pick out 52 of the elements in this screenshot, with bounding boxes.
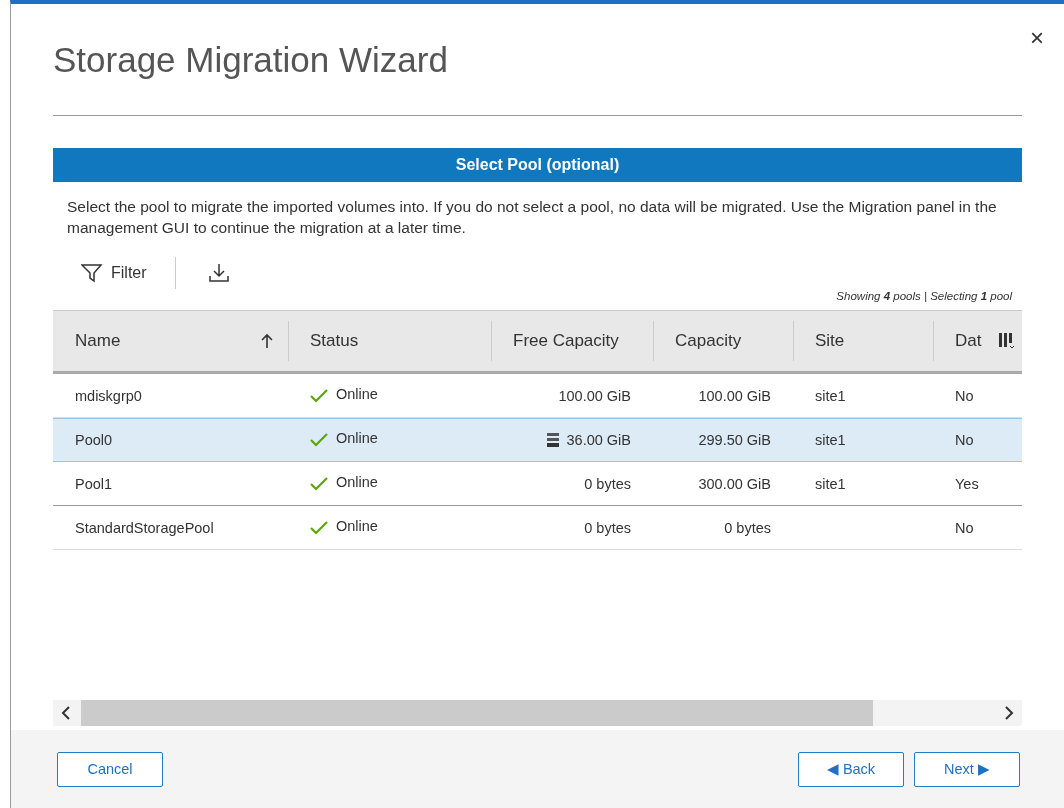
filter-button[interactable]: Filter (53, 263, 147, 283)
close-button[interactable]: × (1030, 24, 1044, 52)
table-cell: 300.00 GiB (698, 475, 771, 492)
table-cell: site1 (815, 432, 846, 448)
selection-summary: Showing 4 pools | Selecting 1 pool (836, 290, 1012, 302)
dialog-title: Storage Migration Wizard (53, 40, 448, 80)
column-header[interactable]: Free Capacity (491, 311, 653, 371)
column-header[interactable]: Status (288, 311, 491, 371)
table-cell: 0 bytes (584, 519, 631, 536)
table-row[interactable]: Pool1 Online 0 bytes 300.00 GiB site1 Yes (53, 462, 1022, 506)
table-cell: Online (336, 430, 378, 446)
table-cell: 100.00 GiB (698, 387, 771, 404)
table-cell: 0 bytes (724, 519, 771, 536)
check-icon (310, 388, 328, 403)
table-cell: Yes (955, 475, 979, 492)
columns-icon[interactable] (998, 332, 1016, 350)
back-button[interactable]: ◀ Back (798, 751, 904, 787)
table-cell: 0 bytes (584, 475, 631, 492)
column-header[interactable]: Capacity (653, 311, 793, 371)
section-title: Select Pool (optional) (455, 156, 620, 174)
table-cell: site1 (815, 387, 846, 404)
scroll-left-icon[interactable] (61, 706, 71, 720)
table-row[interactable]: StandardStoragePool Online 0 bytes 0 bytes No (53, 506, 1022, 550)
download-icon[interactable] (207, 263, 230, 283)
filter-icon (81, 263, 103, 283)
table-cell: 36.00 GiB (566, 432, 631, 448)
table-cell: 299.50 GiB (698, 432, 771, 448)
table-cell: No (955, 432, 974, 448)
column-header[interactable]: Dat (933, 311, 1020, 371)
table-cell: StandardStoragePool (75, 519, 214, 536)
column-header[interactable]: Name (53, 311, 288, 371)
table-cell: Online (336, 517, 378, 534)
table-row[interactable]: Pool0 Online 36.00 GiB 299.50 GiB site1 No (53, 418, 1022, 462)
scroll-right-icon[interactable] (1004, 706, 1014, 720)
check-icon (310, 476, 328, 491)
column-header[interactable]: Site (793, 311, 933, 371)
table-cell: Pool1 (75, 475, 113, 492)
table-cell: 100.00 GiB (558, 387, 631, 404)
table-cell: mdiskgrp0 (75, 387, 142, 404)
next-button[interactable]: Next ▶ (914, 751, 1020, 787)
check-icon (310, 520, 328, 535)
check-icon (310, 433, 328, 447)
table-cell: Online (336, 385, 378, 402)
sort-up-icon (260, 333, 274, 349)
table-cell: Online (336, 473, 378, 490)
horizontal-scrollbar[interactable] (53, 700, 1022, 726)
cancel-button[interactable]: Cancel (57, 751, 163, 787)
table-cell: No (955, 519, 974, 536)
table-cell: Pool0 (75, 432, 113, 448)
description-text: Select the pool to migrate the imported volumes into. If you do not select a pool, no data will be migrated. Use the Migration panel in the management GUI to continue the migration at a later time. (67, 197, 998, 238)
table-cell: No (955, 387, 974, 404)
table-cell: site1 (815, 475, 846, 492)
